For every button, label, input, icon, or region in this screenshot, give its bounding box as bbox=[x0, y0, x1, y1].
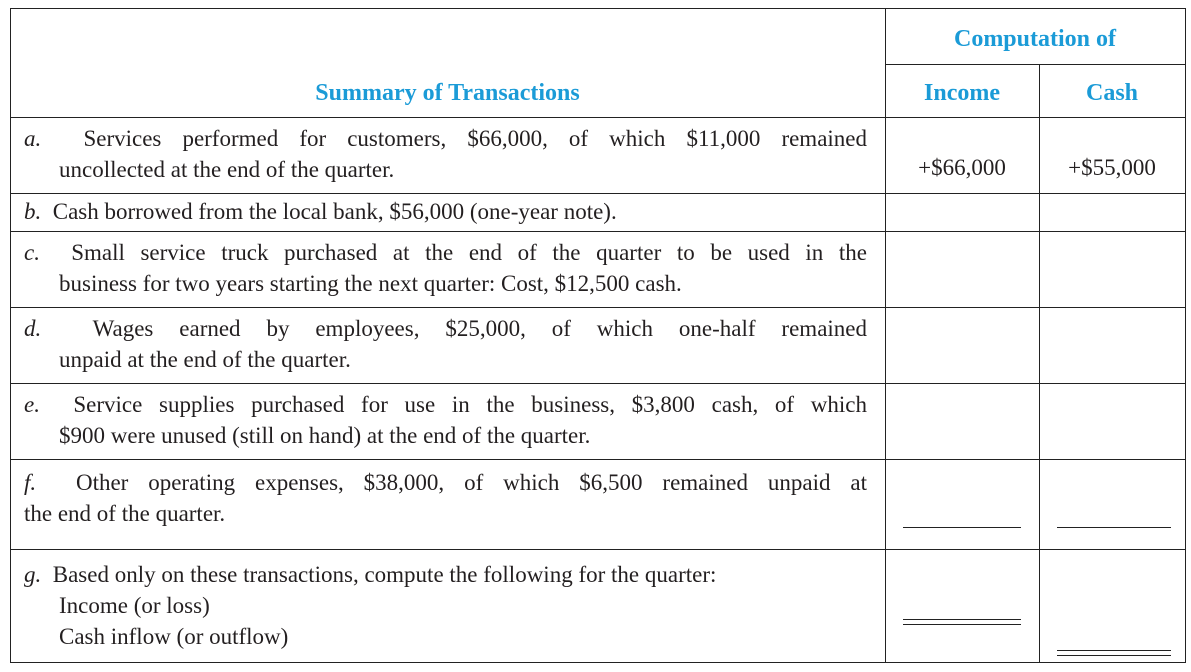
table-row: b. Cash borrowed from the local bank, $5… bbox=[10, 193, 885, 231]
table-right-border bbox=[1185, 9, 1186, 662]
income-total-double-rule bbox=[903, 619, 1021, 625]
row-text: Services performed for customers, $66,00… bbox=[83, 126, 868, 151]
row-description: d. Wages earned by employees, $25,000, o… bbox=[24, 313, 867, 375]
row-text: Based only on these transactions, comput… bbox=[52, 562, 717, 587]
income-value: +$66,000 bbox=[918, 155, 1006, 180]
table-row: c. Small service truck purchased at the … bbox=[10, 231, 885, 307]
row-description: b. Cash borrowed from the local bank, $5… bbox=[24, 196, 867, 227]
row-text: Other operating expenses, $38,000, of wh… bbox=[75, 470, 867, 495]
header-divider bbox=[885, 64, 1186, 65]
cash-header: Cash bbox=[1085, 80, 1139, 106]
row-text: Small service truck purchased at the end… bbox=[71, 240, 868, 265]
row-text: Wages earned by employees, $25,000, of w… bbox=[92, 316, 867, 341]
row-text: Cash borrowed from the local bank, $56,0… bbox=[52, 199, 617, 224]
row-description: e. Service supplies purchased for use in… bbox=[24, 389, 867, 451]
computation-header: Computation of bbox=[953, 26, 1116, 52]
row-letter: c. bbox=[24, 240, 40, 265]
table-row: d. Wages earned by employees, $25,000, o… bbox=[10, 307, 885, 383]
row-text: business for two years starting the next… bbox=[59, 271, 682, 296]
row-text: uncollected at the end of the quarter. bbox=[59, 157, 395, 182]
row-letter: d. bbox=[24, 316, 42, 341]
table-row: e. Service supplies purchased for use in… bbox=[10, 383, 885, 459]
summary-header: Summary of Transactions bbox=[315, 80, 580, 106]
row-text: unpaid at the end of the quarter. bbox=[59, 347, 351, 372]
table-row: a. Services performed for customers, $66… bbox=[10, 117, 885, 193]
row-letter: e. bbox=[24, 392, 40, 417]
cash-total-double-rule bbox=[1057, 650, 1171, 656]
cash-flow-label: Cash inflow (or outflow) bbox=[59, 624, 289, 649]
table-row: g. Based only on these transactions, com… bbox=[10, 549, 885, 663]
income-subtotal-rule bbox=[903, 527, 1021, 528]
row-description: a. Services performed for customers, $66… bbox=[24, 123, 867, 185]
income-column-divider bbox=[1039, 64, 1040, 662]
row-letter: g. bbox=[24, 562, 42, 587]
row-text: Service supplies purchased for use in th… bbox=[73, 392, 867, 417]
income-header: Income bbox=[924, 80, 1000, 106]
transactions-table: Computation of Summary of Transactions I… bbox=[10, 8, 1186, 663]
row-letter: f. bbox=[24, 470, 37, 495]
row-text: the end of the quarter. bbox=[24, 501, 226, 526]
table-row: f. Other operating expenses, $38,000, of… bbox=[10, 459, 885, 549]
row-letter: a. bbox=[24, 126, 42, 151]
row-description: f. Other operating expenses, $38,000, of… bbox=[24, 467, 867, 529]
cash-subtotal-rule bbox=[1057, 527, 1171, 528]
cash-value: +$55,000 bbox=[1068, 155, 1156, 180]
row-description: c. Small service truck purchased at the … bbox=[24, 237, 867, 299]
row-letter: b. bbox=[24, 199, 42, 224]
row-description: g. Based only on these transactions, com… bbox=[24, 559, 867, 652]
row-text: $900 were unused (still on hand) at the … bbox=[59, 423, 591, 448]
income-loss-label: Income (or loss) bbox=[59, 593, 210, 618]
